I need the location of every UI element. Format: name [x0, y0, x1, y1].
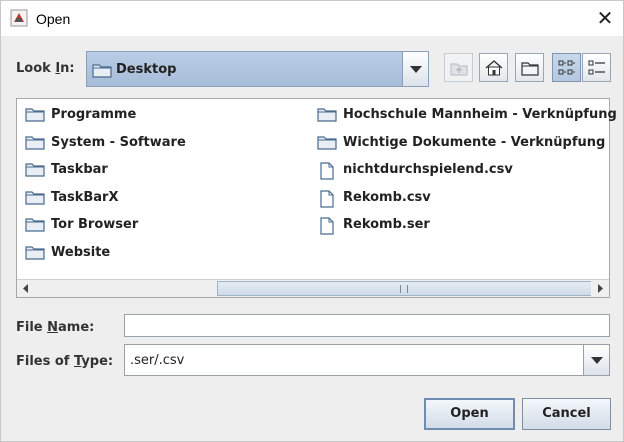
scroll-right-button[interactable] [591, 280, 609, 297]
chevron-down-icon [410, 66, 422, 73]
list-view-icon [558, 60, 575, 75]
look-in-dropdown-button[interactable] [402, 52, 428, 86]
item-label: Wichtige Dokumente - Verknüpfung [343, 135, 606, 150]
file-icon [320, 190, 334, 208]
scrollbar-thumb[interactable] [217, 281, 593, 296]
file-icon [320, 162, 334, 180]
item-label: TaskBarX [51, 190, 119, 205]
list-view-button[interactable] [552, 53, 581, 82]
open-button[interactable]: Open [424, 398, 515, 430]
item-label: Programme [51, 107, 137, 122]
scroll-left-button[interactable] [17, 280, 35, 297]
look-in-combobox[interactable]: Desktop [86, 51, 429, 87]
up-one-level-button[interactable] [444, 53, 473, 82]
folder-icon [25, 218, 45, 232]
new-folder-icon [521, 62, 539, 76]
cancel-button[interactable]: Cancel [522, 398, 611, 430]
up-one-level-icon [450, 63, 468, 76]
files-of-type-value: .ser/.csv [130, 353, 185, 368]
look-in-label: Look In: [16, 61, 75, 76]
file-name-label: File Name: [16, 320, 95, 335]
folder-icon [25, 108, 45, 122]
item-label: Hochschule Mannheim - Verknüpfung [343, 107, 617, 122]
item-label: System - Software [51, 135, 186, 150]
folder-icon [25, 136, 45, 150]
item-label: Taskbar [51, 162, 108, 177]
chevron-down-icon [591, 357, 603, 364]
close-icon[interactable]: ✕ [591, 5, 619, 33]
chevron-left-icon [23, 284, 28, 293]
folder-icon [25, 191, 45, 205]
home-icon [485, 60, 503, 76]
horizontal-scrollbar[interactable] [17, 279, 609, 297]
item-label: Website [51, 245, 111, 260]
item-label: Rekomb.csv [343, 190, 431, 205]
folder-icon [92, 62, 112, 82]
chevron-right-icon [598, 284, 603, 293]
folder-icon [25, 163, 45, 177]
folder-icon [25, 246, 45, 260]
item-label: Tor Browser [51, 217, 139, 232]
look-in-value: Desktop [116, 62, 177, 77]
home-button[interactable] [479, 53, 508, 82]
file-list[interactable]: Programme System - Software Taskbar Task… [16, 98, 617, 298]
folder-icon [317, 136, 337, 150]
file-name-input[interactable] [124, 314, 610, 337]
title-bar: Open ✕ [0, 0, 624, 36]
file-icon [320, 217, 334, 235]
files-of-type-label: Files of Type: [16, 354, 114, 369]
window-title: Open [36, 11, 71, 27]
new-folder-button[interactable] [515, 53, 544, 82]
details-view-button[interactable] [582, 53, 611, 82]
files-of-type-combobox[interactable]: .ser/.csv [124, 344, 610, 376]
item-label: Rekomb.ser [343, 217, 430, 232]
folder-icon [317, 108, 337, 122]
details-view-icon [588, 60, 605, 75]
java-app-icon [10, 9, 28, 27]
item-label: nichtdurchspielend.csv [343, 162, 513, 177]
files-of-type-dropdown-button[interactable] [583, 345, 609, 375]
grip-icon [400, 285, 408, 293]
